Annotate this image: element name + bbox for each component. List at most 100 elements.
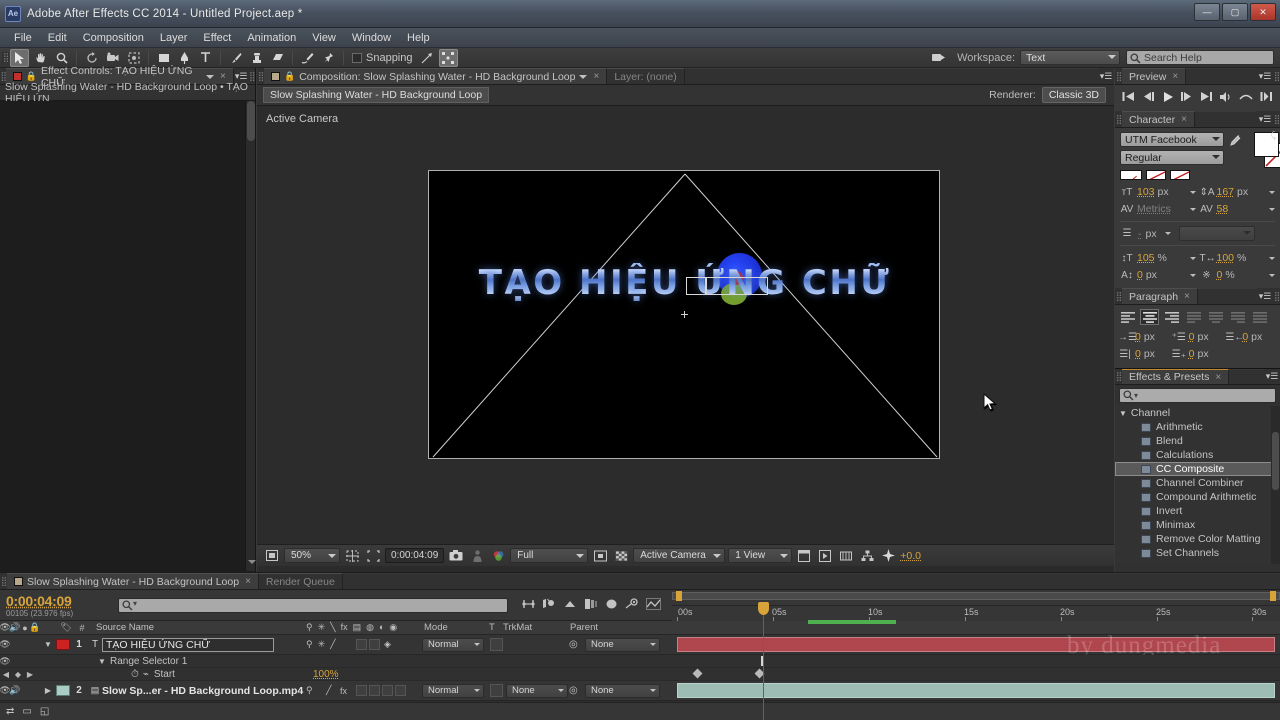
panel-menu-icon[interactable]: ▾☰ — [1257, 111, 1273, 127]
tracking-field[interactable]: AV 58 — [1200, 201, 1276, 217]
preserve-transparency-toggle[interactable] — [490, 638, 503, 651]
menu-file[interactable]: File — [6, 30, 40, 46]
first-line-indent-field[interactable]: ☰| 0 px — [1118, 346, 1170, 362]
hide-shy-layers-icon[interactable] — [563, 598, 577, 613]
chevron-down-icon[interactable] — [579, 75, 587, 83]
current-time-display[interactable]: 0:00:04:09 00105 (23.976 fps) — [0, 593, 110, 618]
property-video-toggle[interactable]: 👁 — [0, 655, 10, 667]
disclosure-triangle-icon[interactable]: ▼ — [1119, 409, 1127, 418]
menu-composition[interactable]: Composition — [75, 30, 152, 46]
layer-color-swatch[interactable] — [56, 685, 70, 696]
close-icon[interactable]: × — [1184, 291, 1190, 302]
stopwatch-icon[interactable]: ⏱ — [131, 669, 139, 680]
transparency-grid-icon[interactable] — [612, 548, 630, 564]
sync-settings-icon[interactable] — [929, 49, 948, 67]
previous-keyframe-icon[interactable]: ◀ — [0, 670, 12, 679]
chevron-down-icon[interactable] — [1190, 274, 1196, 280]
renderer-button[interactable]: Classic 3D — [1042, 87, 1106, 103]
tab-paragraph[interactable]: Paragraph × — [1122, 288, 1198, 304]
baseline-shift-field[interactable]: A↕ 0 px — [1120, 267, 1196, 283]
panel-menu-icon[interactable]: ▾☰ — [1264, 369, 1280, 384]
roto-brush-tool-icon[interactable] — [298, 49, 317, 67]
tab-render-queue[interactable]: Render Queue — [259, 573, 343, 589]
toolbar-grip[interactable]: ⣿ — [2, 52, 9, 63]
graph-editor-icon[interactable]: ⌁ — [143, 669, 149, 680]
motion-blur-switch[interactable] — [369, 639, 380, 650]
chevron-down-icon[interactable]: ▾ — [1134, 389, 1138, 402]
list-item-selected[interactable]: CC Composite — [1115, 462, 1280, 476]
maximize-button[interactable]: ▢ — [1222, 3, 1248, 21]
tsume-field[interactable]: ※ 0 % — [1200, 267, 1276, 283]
leading-value[interactable]: 167 — [1217, 186, 1235, 198]
graph-editor-icon[interactable] — [625, 598, 639, 613]
motion-blur-switch[interactable] — [369, 685, 380, 696]
chevron-down-icon[interactable] — [1190, 257, 1196, 263]
next-keyframe-icon[interactable]: ▶ — [24, 670, 36, 679]
tab-layer[interactable]: Layer: (none) — [607, 68, 684, 84]
scrollbar-thumb[interactable] — [1272, 432, 1279, 490]
audio-toggle[interactable] — [10, 635, 20, 654]
camera-view-select[interactable]: Active Camera — [633, 548, 725, 563]
parent-select[interactable]: None — [585, 684, 660, 698]
list-item[interactable]: Channel Combiner — [1115, 476, 1280, 490]
views-select[interactable]: 1 View — [728, 548, 792, 563]
audio-toggle-icon[interactable] — [1219, 91, 1232, 106]
close-icon[interactable]: × — [593, 71, 599, 82]
space-after-field[interactable]: ☰₊ 0 px — [1172, 346, 1224, 362]
pixel-aspect-icon[interactable] — [795, 548, 813, 564]
lock-toggle[interactable] — [30, 681, 40, 700]
justify-last-right-icon[interactable] — [1228, 309, 1247, 325]
adjustment-switch[interactable] — [382, 685, 393, 696]
close-icon[interactable]: × — [1215, 372, 1221, 383]
layer-color-swatch[interactable] — [56, 639, 70, 650]
exposure-value[interactable]: +0.0 — [900, 550, 921, 562]
effects-presets-list[interactable]: ▼ Channel Arithmetic Blend Calculations … — [1115, 406, 1280, 564]
composition-frame[interactable]: TẠO HIỆU ỨNG CHỮ — [428, 170, 940, 459]
shy-switch[interactable]: ⚲ — [306, 639, 313, 650]
resolution-select[interactable]: Full — [510, 548, 588, 563]
snapping-control[interactable]: Snapping — [348, 52, 417, 64]
fill-stroke-color-swatches[interactable]: ⤹ — [1246, 132, 1275, 166]
keyframe-marker[interactable] — [693, 669, 703, 679]
fast-previews-icon[interactable] — [816, 548, 834, 564]
search-help-input[interactable]: Search Help — [1126, 50, 1274, 65]
anchor-point-icon[interactable] — [681, 311, 688, 318]
chevron-down-icon[interactable] — [1269, 208, 1275, 214]
panel-grip[interactable]: ⣿ — [1115, 288, 1122, 304]
chevron-down-icon[interactable] — [1269, 257, 1275, 263]
list-item[interactable]: Compound Arithmetic — [1115, 490, 1280, 504]
menu-view[interactable]: View — [304, 30, 344, 46]
solo-toggle[interactable] — [20, 681, 30, 700]
parent-pickwhip-icon[interactable]: ◎ — [569, 685, 578, 696]
kerning-field[interactable]: AV Metrics — [1120, 201, 1196, 217]
brainstorm-icon[interactable] — [646, 598, 661, 613]
space-after-value[interactable]: 0 — [1189, 348, 1195, 360]
selection-tool-icon[interactable] — [10, 49, 29, 67]
snap-align-icon[interactable] — [418, 49, 437, 67]
indent-left-field[interactable]: →☰ 0 px — [1118, 329, 1170, 345]
first-frame-icon[interactable] — [1122, 91, 1135, 105]
menu-animation[interactable]: Animation — [239, 30, 304, 46]
preserve-transparency-toggle[interactable] — [490, 684, 503, 697]
play-icon[interactable] — [1162, 91, 1174, 106]
table-row[interactable]: 👁 ▼ 1 T TẠO HIỆU ỨNG CHỮ ⚲ ✳ ╱ ◈ Normal — [0, 635, 1280, 655]
table-row[interactable]: 👁 🔊 ▶ 2 ▤ Slow Sp...er - HD Background L… — [0, 681, 1280, 701]
property-row-range-selector[interactable]: 👁 ▼ Range Selector 1 — [0, 655, 1280, 668]
show-channel-icon[interactable] — [489, 548, 507, 564]
justify-all-icon[interactable] — [1250, 309, 1269, 325]
timeline-icon[interactable] — [837, 548, 855, 564]
chevron-down-icon[interactable] — [1190, 191, 1196, 197]
brush-tool-icon[interactable] — [226, 49, 245, 67]
playhead-handle[interactable] — [758, 602, 769, 615]
panel-grip-right[interactable]: ⣿ — [1273, 68, 1280, 84]
panel-menu-icon[interactable]: ▾☰ — [1257, 288, 1273, 304]
indent-right-value[interactable]: 0 — [1242, 331, 1248, 343]
transform-box-icon[interactable] — [439, 49, 458, 67]
list-item[interactable]: Arithmetic — [1115, 420, 1280, 434]
next-frame-icon[interactable] — [1180, 91, 1193, 105]
menu-layer[interactable]: Layer — [152, 30, 196, 46]
breadcrumb[interactable]: Slow Splashing Water - HD Background Loo… — [263, 87, 489, 103]
parent-pickwhip-icon[interactable]: ◎ — [569, 639, 578, 650]
justify-last-left-icon[interactable] — [1184, 309, 1203, 325]
tab-character[interactable]: Character × — [1122, 111, 1195, 127]
